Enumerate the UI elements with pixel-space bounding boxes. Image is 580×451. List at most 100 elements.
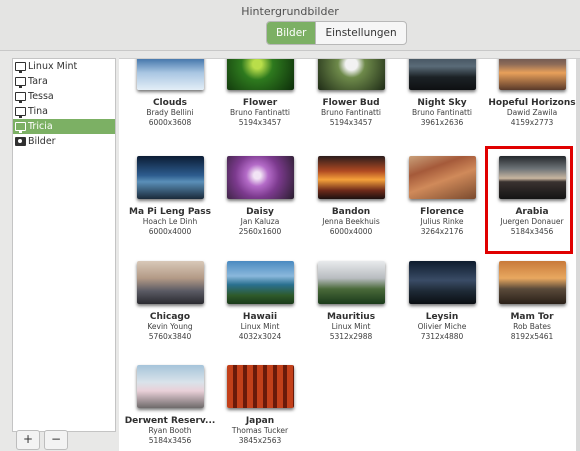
wallpaper-thumbnail [136, 59, 204, 90]
wallpaper-resolution: 7312x4880 [420, 331, 464, 341]
wallpaper-tile[interactable]: Derwent Reserv... Ryan Booth 5184x3456 [124, 365, 216, 445]
wallpaper-thumbnail [408, 261, 476, 304]
wallpaper-name: Hopeful Horizons [488, 98, 576, 108]
wallpaper-tile[interactable]: Hopeful Horizons Dawid Zawila 4159x2773 [486, 59, 578, 127]
sidebar-item-label: Tina [28, 106, 48, 117]
sidebar-item-linux-mint[interactable]: Linux Mint [13, 59, 115, 74]
wallpaper-name: Daisy [246, 207, 274, 217]
wallpaper-name: Clouds [152, 98, 188, 108]
monitor-icon [15, 122, 26, 133]
wallpaper-tile[interactable]: Flower Bud Bruno Fantinatti 5194x3457 [305, 59, 397, 127]
wallpaper-tile[interactable]: Leysin Olivier Miche 7312x4880 [396, 261, 488, 341]
wallpaper-author: Bruno Fantinatti [229, 108, 291, 117]
view-switcher: Bilder Einstellungen [266, 21, 407, 45]
wallpaper-thumbnail [226, 156, 294, 199]
wallpaper-resolution: 3845x2563 [238, 435, 282, 445]
wallpaper-thumbnail [498, 59, 566, 90]
monitor-icon [15, 77, 26, 88]
wallpaper-name: Flower Bud [322, 98, 380, 108]
sidebar-item-label: Tessa [28, 91, 54, 102]
wallpaper-tile[interactable]: Clouds Brady Bellini 6000x3608 [124, 59, 216, 127]
wallpaper-name: Hawaii [242, 312, 278, 322]
wallpaper-author: Jenna Beekhuis [322, 217, 380, 226]
sidebar-item-tara[interactable]: Tara [13, 74, 115, 89]
sidebar-item-tessa[interactable]: Tessa [13, 89, 115, 104]
wallpaper-resolution: 5312x2988 [329, 331, 373, 341]
wallpaper-author: Hoach Le Dinh [142, 217, 198, 226]
wallpaper-author: Bruno Fantinatti [411, 108, 473, 117]
monitor-icon [15, 92, 26, 103]
wallpaper-tile[interactable]: Florence Julius Rinke 3264x2176 [396, 156, 488, 236]
wallpaper-tile[interactable]: Bandon Jenna Beekhuis 6000x4000 [305, 156, 397, 236]
wallpaper-thumbnail [408, 156, 476, 199]
wallpaper-tile[interactable]: Flower Bruno Fantinatti 5194x3457 [214, 59, 306, 127]
wallpaper-author: Kevin Young [147, 322, 193, 331]
wallpaper-tile[interactable]: Mauritius Linux Mint 5312x2988 [305, 261, 397, 341]
wallpaper-thumbnail [317, 156, 385, 199]
wallpaper-tile[interactable]: Night Sky Bruno Fantinatti 3961x2636 [396, 59, 488, 127]
wallpaper-name: Bandon [331, 207, 371, 217]
wallpaper-tile[interactable]: Ma Pi Leng Pass Hoach Le Dinh 6000x4000 [124, 156, 216, 236]
sidebar-item-label: Linux Mint [28, 61, 78, 72]
wallpaper-tile[interactable]: Hawaii Linux Mint 4032x3024 [214, 261, 306, 341]
wallpaper-author: Olivier Miche [417, 322, 467, 331]
wallpaper-author: Bruno Fantinatti [320, 108, 382, 117]
wallpaper-name: Mam Tor [510, 312, 554, 322]
wallpaper-author: Linux Mint [240, 322, 280, 331]
remove-folder-button[interactable]: − [44, 430, 68, 450]
wallpaper-thumbnail [136, 156, 204, 199]
sidebar-item-tricia[interactable]: Tricia [13, 119, 115, 134]
wallpaper-resolution: 8192x5461 [510, 331, 554, 341]
wallpaper-name: Chicago [149, 312, 191, 322]
wallpaper-author: Ryan Booth [148, 426, 192, 435]
sidebar-item-label: Bilder [28, 136, 56, 147]
wallpaper-thumbnail [136, 261, 204, 304]
wallpaper-resolution: 4032x3024 [238, 331, 282, 341]
wallpaper-thumbnail [317, 261, 385, 304]
wallpaper-thumbnail [498, 261, 566, 304]
wallpaper-resolution: 5194x3457 [329, 117, 373, 127]
wallpaper-name: Florence [420, 207, 464, 217]
wallpaper-thumbnail [136, 365, 204, 408]
wallpaper-name: Derwent Reserv... [124, 416, 216, 426]
wallpaper-author: Linux Mint [331, 322, 371, 331]
title-bar: Hintergrundbilder Bilder Einstellungen [0, 0, 580, 51]
wallpaper-resolution: 3264x2176 [420, 226, 464, 236]
wallpaper-thumbnail [408, 59, 476, 90]
wallpaper-author: Dawid Zawila [506, 108, 558, 117]
wallpaper-resolution: 2560x1600 [238, 226, 282, 236]
wallpaper-resolution: 3961x2636 [420, 117, 464, 127]
wallpaper-name: Night Sky [417, 98, 467, 108]
window-title: Hintergrundbilder [241, 5, 339, 18]
wallpaper-author: Jan Kaluza [240, 217, 280, 226]
selection-highlight [485, 146, 573, 254]
scrollbar[interactable] [576, 59, 580, 451]
wallpaper-tile[interactable]: Japan Thomas Tucker 3845x2563 [214, 365, 306, 445]
wallpaper-tile[interactable]: Chicago Kevin Young 5760x3840 [124, 261, 216, 341]
collection-sidebar: Linux Mint Tara Tessa Tina Tricia Bilder [12, 58, 116, 432]
camera-icon [15, 137, 26, 146]
wallpaper-thumbnail [226, 261, 294, 304]
sidebar-actions: + − [12, 430, 116, 450]
monitor-icon [15, 62, 26, 73]
wallpaper-thumbnail [226, 365, 294, 408]
wallpaper-author: Julius Rinke [420, 217, 464, 226]
wallpaper-resolution: 5194x3457 [238, 117, 282, 127]
wallpaper-name: Japan [245, 416, 275, 426]
wallpaper-author: Rob Bates [513, 322, 551, 331]
wallpaper-tile[interactable]: Daisy Jan Kaluza 2560x1600 [214, 156, 306, 236]
sidebar-item-tina[interactable]: Tina [13, 104, 115, 119]
sidebar-item-label: Tara [28, 76, 48, 87]
wallpaper-name: Leysin [425, 312, 459, 322]
sidebar-item-bilder[interactable]: Bilder [13, 134, 115, 149]
wallpaper-name: Mauritius [326, 312, 376, 322]
wallpaper-resolution: 5184x3456 [148, 435, 192, 445]
wallpaper-tile[interactable]: Mam Tor Rob Bates 8192x5461 [486, 261, 578, 341]
tab-bilder[interactable]: Bilder [267, 22, 316, 44]
wallpaper-thumbnail [317, 59, 385, 90]
wallpaper-grid: Clouds Brady Bellini 6000x3608 Flower Br… [119, 58, 580, 451]
add-folder-button[interactable]: + [16, 430, 40, 450]
monitor-icon [15, 107, 26, 118]
tab-einstellungen[interactable]: Einstellungen [315, 22, 405, 44]
wallpaper-resolution: 5760x3840 [148, 331, 192, 341]
